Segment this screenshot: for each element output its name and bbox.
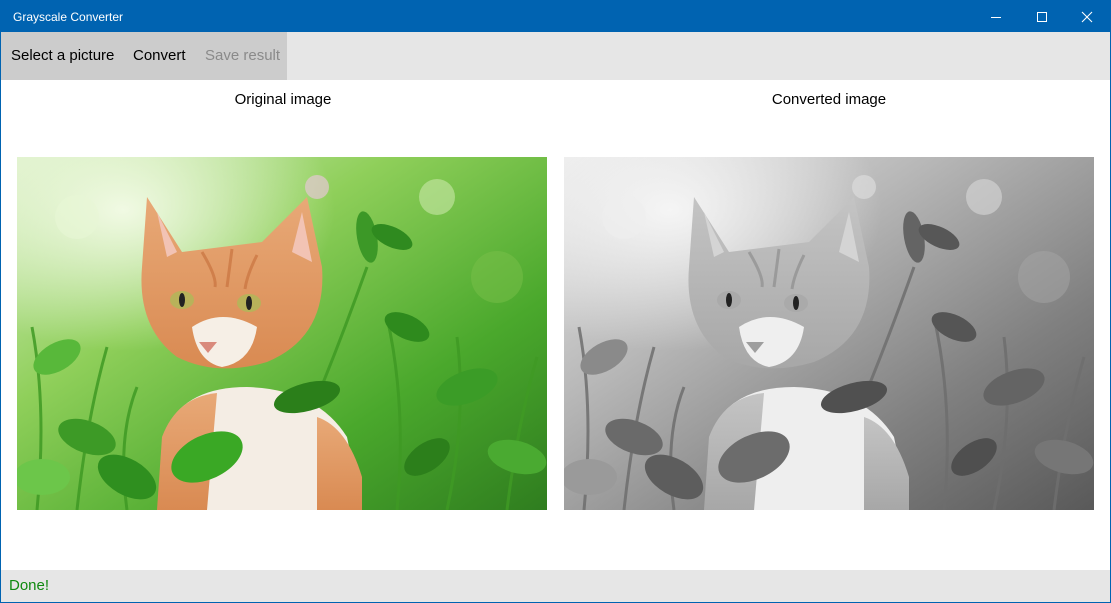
command-bar: Select a picture Convert Save result [1, 32, 1110, 80]
app-window: Grayscale Converter Select a picture Con… [0, 0, 1111, 603]
original-image-caption: Original image [234, 91, 332, 108]
maximize-icon [1037, 11, 1047, 22]
title-bar[interactable]: Grayscale Converter [1, 1, 1110, 32]
converted-image [564, 157, 1094, 510]
minimize-button[interactable] [973, 1, 1019, 32]
select-picture-button[interactable]: Select a picture [11, 32, 114, 80]
maximize-button[interactable] [1019, 1, 1065, 32]
command-button-group: Select a picture Convert Save result [1, 32, 287, 80]
close-button[interactable] [1064, 1, 1110, 32]
original-image [17, 157, 547, 510]
status-text: Done! [9, 577, 50, 594]
convert-button[interactable]: Convert [133, 32, 186, 80]
converted-image-caption: Converted image [771, 91, 887, 108]
window-title: Grayscale Converter [13, 10, 124, 24]
close-icon [1081, 11, 1093, 22]
save-result-button[interactable]: Save result [205, 32, 280, 80]
minimize-icon [991, 16, 1001, 18]
status-bar: Done! [1, 570, 1110, 602]
